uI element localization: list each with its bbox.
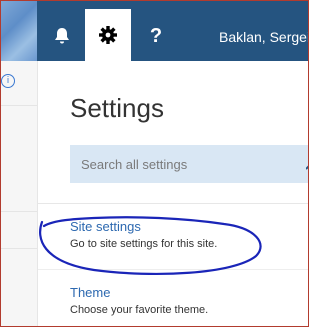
theme-description: Choose your favorite theme. <box>70 304 209 316</box>
notifications-button[interactable] <box>39 11 85 61</box>
left-page-column <box>1 61 38 326</box>
help-button[interactable]: ? <box>133 11 179 61</box>
screenshot-frame: i ? Baklan, Sergei Settings Search all s… <box>0 0 309 327</box>
page-title: Settings <box>70 93 164 123</box>
settings-panel: Settings Search all settings Site settin… <box>38 61 308 326</box>
bell-icon <box>55 28 69 44</box>
theme-link[interactable]: Theme <box>70 285 208 300</box>
left-divider <box>1 211 37 212</box>
background-strip <box>1 1 37 61</box>
search-input[interactable]: Search all settings <box>70 145 308 183</box>
section-divider <box>38 203 308 204</box>
left-divider <box>1 248 37 249</box>
top-bar: ? Baklan, Sergei <box>37 1 308 61</box>
theme-item[interactable]: Theme Choose your favorite theme. <box>70 285 208 316</box>
settings-button[interactable] <box>85 9 131 61</box>
left-divider <box>1 105 37 106</box>
search-icon[interactable] <box>305 155 308 171</box>
search-placeholder: Search all settings <box>81 157 188 172</box>
info-icon[interactable]: i <box>1 74 15 88</box>
gear-icon <box>99 26 117 44</box>
user-name[interactable]: Baklan, Sergei <box>219 29 308 45</box>
hand-drawn-circle-annotation <box>39 216 262 275</box>
